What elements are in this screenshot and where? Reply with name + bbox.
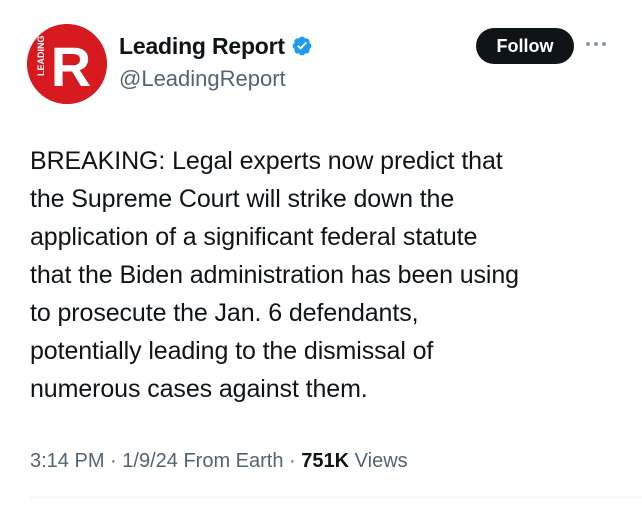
tweet-card: LEADING R Leading Report @LeadingReport … xyxy=(0,0,642,516)
meta-separator: · xyxy=(110,450,117,472)
leading-report-logo-icon: LEADING R xyxy=(27,24,107,104)
more-dots-icon[interactable] xyxy=(582,34,610,54)
views-count[interactable]: 751K xyxy=(301,450,349,472)
tweet-meta: 3:14 PM · 1/9/24 From Earth · 751K Views xyxy=(30,450,408,473)
verified-badge-icon[interactable] xyxy=(291,35,313,57)
name-row: Leading Report xyxy=(119,30,313,62)
tweet-date[interactable]: 1/9/24 xyxy=(122,450,178,472)
tweet-text: BREAKING: Legal experts now predict that… xyxy=(30,147,519,403)
views-label: Views xyxy=(354,450,408,472)
author-identity: Leading Report @LeadingReport xyxy=(119,30,313,92)
display-name[interactable]: Leading Report xyxy=(119,33,285,60)
divider xyxy=(30,497,642,498)
tweet-source: From Earth xyxy=(183,450,284,472)
tweet-time[interactable]: 3:14 PM xyxy=(30,450,104,472)
avatar[interactable]: LEADING R xyxy=(27,24,107,104)
author-handle[interactable]: @LeadingReport xyxy=(119,66,313,92)
follow-button[interactable]: Follow xyxy=(476,28,574,64)
avatar-side-text: LEADING xyxy=(36,36,46,77)
avatar-letter: R xyxy=(51,35,91,98)
meta-separator: · xyxy=(289,450,296,472)
